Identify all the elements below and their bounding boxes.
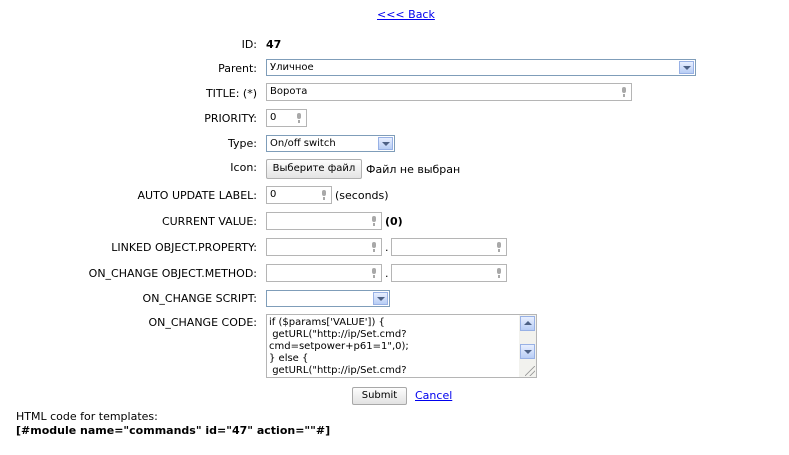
parent-select-value: Уличное [270, 62, 314, 73]
title-input-value: Ворота [270, 86, 308, 97]
microphone-icon[interactable] [371, 216, 377, 226]
priority-label: PRIORITY: [204, 112, 257, 125]
linked-separator: . [385, 241, 389, 254]
on-change-script-select[interactable] [266, 290, 390, 307]
on-change-method-input[interactable] [391, 264, 507, 282]
method-separator: . [385, 267, 389, 280]
auto-update-label: AUTO UPDATE LABEL: [137, 189, 258, 202]
choose-file-button[interactable]: Выберите файл [266, 159, 362, 179]
type-label: Type: [228, 137, 257, 150]
id-value: 47 [266, 38, 282, 51]
microphone-icon[interactable] [321, 190, 327, 200]
chevron-down-icon[interactable] [373, 292, 388, 305]
chevron-down-icon[interactable] [679, 61, 694, 74]
priority-input-value: 0 [270, 112, 277, 123]
resize-grip-icon[interactable] [525, 366, 535, 376]
microphone-icon[interactable] [296, 113, 302, 123]
auto-update-input-value: 0 [270, 189, 277, 200]
parent-label: Parent: [218, 62, 257, 75]
microphone-icon[interactable] [371, 242, 377, 252]
back-link[interactable]: <<< Back [377, 8, 435, 21]
microphone-icon[interactable] [371, 268, 377, 278]
submit-button[interactable]: Submit [352, 387, 407, 405]
on-change-script-label: ON_CHANGE SCRIPT: [142, 292, 257, 305]
scroll-up-icon[interactable] [520, 316, 535, 331]
on-change-method-label: ON_CHANGE OBJECT.METHOD: [88, 267, 257, 280]
icon-label: Icon: [230, 161, 257, 174]
file-status: Файл не выбран [366, 163, 461, 176]
title-input[interactable]: Ворота [266, 83, 632, 101]
on-change-code-textarea[interactable]: if ($params['VALUE']) { getURL("http://i… [266, 314, 537, 378]
scroll-down-icon[interactable] [520, 344, 535, 359]
templates-code: [#module name="commands" id="47" action=… [16, 424, 331, 437]
title-label: TITLE: (*) [205, 87, 257, 100]
type-select[interactable]: On/off switch [266, 135, 395, 152]
id-label: ID: [241, 38, 257, 51]
type-select-value: On/off switch [270, 138, 336, 149]
linked-property-input[interactable] [391, 238, 507, 256]
current-value-label: CURRENT VALUE: [161, 215, 257, 228]
on-change-code-text: if ($params['VALUE']) { getURL("http://i… [269, 317, 409, 376]
on-change-code-label: ON_CHANGE CODE: [148, 316, 257, 329]
current-value-suffix: (0) [385, 215, 403, 228]
seconds-suffix: (seconds) [335, 189, 389, 202]
microphone-icon[interactable] [496, 242, 502, 252]
linked-object-input[interactable] [266, 238, 382, 256]
priority-input[interactable]: 0 [266, 109, 307, 127]
on-change-object-input[interactable] [266, 264, 382, 282]
parent-select[interactable]: Уличное [266, 59, 696, 76]
chevron-down-icon[interactable] [378, 137, 393, 150]
current-value-input[interactable] [266, 212, 382, 230]
linked-label: LINKED OBJECT.PROPERTY: [111, 241, 257, 254]
microphone-icon[interactable] [496, 268, 502, 278]
templates-label: HTML code for templates: [16, 410, 158, 423]
cancel-link[interactable]: Cancel [415, 389, 452, 402]
auto-update-input[interactable]: 0 [266, 186, 332, 204]
microphone-icon[interactable] [621, 87, 627, 97]
